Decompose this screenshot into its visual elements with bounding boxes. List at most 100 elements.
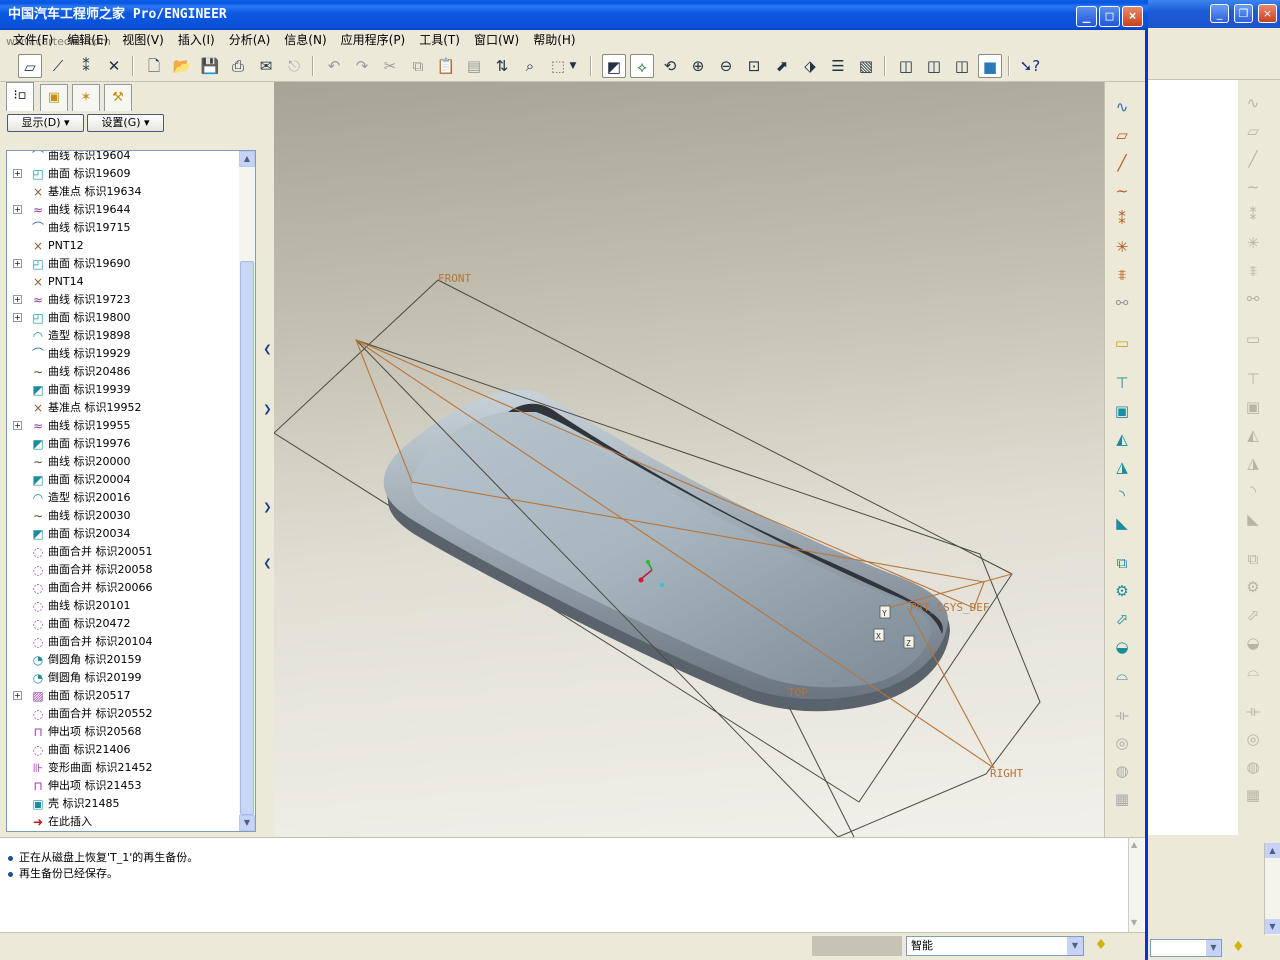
datum-axis-icon[interactable]: ╱	[1109, 150, 1135, 176]
expand-icon[interactable]: +	[13, 313, 22, 322]
draft-tool-icon[interactable]: ◍	[1109, 758, 1135, 784]
tree-item[interactable]: ◌ 曲线 标识20101	[7, 597, 239, 615]
copy-feature-icon[interactable]: ⧉	[1109, 550, 1135, 576]
scroll-thumb[interactable]	[240, 261, 254, 815]
bulb-icon[interactable]: ♦	[1094, 937, 1108, 957]
tree-item[interactable]: ◌ 曲面 标识21406	[7, 741, 239, 759]
minimize-button[interactable]: _	[1076, 6, 1097, 27]
message-scrollbar[interactable]: ▲ ▼	[1128, 838, 1144, 932]
scroll-up-icon[interactable]: ▲	[1131, 840, 1137, 849]
menu-item[interactable]: 视图(V)	[115, 30, 171, 51]
menu-item[interactable]: 分析(A)	[222, 30, 278, 51]
tree-item[interactable]: ▣ 壳 标识21485	[7, 795, 239, 813]
open-folder-icon[interactable]: 📂	[170, 54, 194, 78]
tree-item[interactable]: + ≈ 曲线 标识19644	[7, 201, 239, 219]
menu-item[interactable]: 工具(T)	[412, 30, 467, 51]
tree-item[interactable]: + ≈ 曲线 标识19955	[7, 417, 239, 435]
chevron-down-icon[interactable]: ▼	[1206, 940, 1221, 956]
expand-icon[interactable]: +	[13, 169, 22, 178]
tree-item[interactable]: ◠ 造型 标识19898	[7, 327, 239, 345]
send-mail-icon[interactable]: ✉	[254, 54, 278, 78]
tree-item[interactable]: ◔ 倒圆角 标识20159	[7, 651, 239, 669]
close-icon[interactable]: ×	[1258, 4, 1277, 23]
tree-item[interactable]: + ◰ 曲面 标识19800	[7, 309, 239, 327]
expand-icon[interactable]: +	[13, 421, 22, 430]
background-filter[interactable]: ▼	[1150, 939, 1222, 957]
refit-icon[interactable]: ⊡	[742, 54, 766, 78]
saved-views-icon[interactable]: ⬗	[798, 54, 822, 78]
chevron-down-icon[interactable]: ▼	[1067, 937, 1083, 955]
tree-item[interactable]: ◌ 曲面合并 标识20552	[7, 705, 239, 723]
annotation-icon[interactable]: ▭	[1109, 330, 1135, 356]
close-button[interactable]: ×	[1122, 6, 1143, 27]
scroll-down-icon[interactable]: ▼	[1265, 919, 1280, 934]
spin-center-icon[interactable]: ⟡	[630, 54, 654, 78]
tree-item[interactable]: ◌ 曲面合并 标识20066	[7, 579, 239, 597]
menu-item[interactable]: 应用程序(P)	[334, 30, 413, 51]
tree-item[interactable]: × PNT14	[7, 273, 239, 291]
pattern-tool-icon[interactable]: ▦	[1109, 786, 1135, 812]
model-viewport[interactable]: Y X Z FRONT TOP RIGHT PRT_CSYS_DEF	[274, 82, 1104, 837]
tree-item[interactable]: ◩ 曲面 标识20034	[7, 525, 239, 543]
tree-scrollbar[interactable]: ▲ ▼	[239, 151, 255, 831]
tab-favorites[interactable]: ✶	[72, 84, 100, 111]
find-icon[interactable]: ⌕	[518, 54, 542, 78]
tree-item[interactable]: ◩ 曲面 标识19939	[7, 381, 239, 399]
offset-tool-icon[interactable]: ◒	[1109, 634, 1135, 660]
datum-plane-icon[interactable]: ▱	[1109, 122, 1135, 148]
trim-tool-icon[interactable]: ⬀	[1109, 606, 1135, 632]
redo-icon[interactable]: ↷	[350, 54, 374, 78]
datum-label-front[interactable]: FRONT	[438, 272, 471, 285]
copy-icon[interactable]: ⧉	[406, 54, 430, 78]
tree-item[interactable]: × 基准点 标识19634	[7, 183, 239, 201]
scroll-down-icon[interactable]: ▼	[1131, 918, 1137, 927]
expand-right-icon[interactable]: ❯	[263, 502, 272, 518]
tree-item[interactable]: × 基准点 标识19952	[7, 399, 239, 417]
tree-item[interactable]: ◩ 曲面 标识19976	[7, 435, 239, 453]
tree-item[interactable]: ⊓ 伸出项 标识20568	[7, 723, 239, 741]
regenerate-icon[interactable]: ⇅	[490, 54, 514, 78]
tree-item[interactable]: ◔ 倒圆角 标识20199	[7, 669, 239, 687]
menu-item[interactable]: 窗口(W)	[467, 30, 526, 51]
tree-item[interactable]: ◩ 曲面 标识20004	[7, 471, 239, 489]
mirror-tool-icon[interactable]: ⚙	[1109, 578, 1135, 604]
settings-menu-button[interactable]: 设置(G) ▾	[87, 114, 164, 132]
background-message-scrollbar[interactable]: ▲ ▼	[1264, 843, 1280, 935]
restore-icon[interactable]: ❐	[1234, 4, 1253, 23]
tree-item[interactable]: ⊓ 伸出项 标识21453	[7, 777, 239, 795]
paste-special-icon[interactable]: ▤	[462, 54, 486, 78]
tree-item[interactable]: ⌒ 曲线 标识19715	[7, 219, 239, 237]
tree-item[interactable]: + ▨ 曲面 标识20517	[7, 687, 239, 705]
tree-item[interactable]: ⌒ 曲线 标识19604	[7, 151, 239, 165]
context-help-icon[interactable]: ➘?	[1018, 54, 1042, 78]
undo-icon[interactable]: ↶	[322, 54, 346, 78]
tree-item[interactable]: ◌ 曲面 标识20472	[7, 615, 239, 633]
maximize-button[interactable]: □	[1099, 6, 1120, 27]
expand-icon[interactable]: +	[13, 259, 22, 268]
datum-point-icon[interactable]: ⁑	[1109, 206, 1135, 232]
csys-icon[interactable]: ✳	[1109, 234, 1135, 260]
tree-item[interactable]: ⌒ 曲线 标识19929	[7, 345, 239, 363]
thicken-tool-icon[interactable]: ⌓	[1109, 662, 1135, 688]
tree-item[interactable]: ⊪ 变形曲面 标识21452	[7, 759, 239, 777]
minimize-icon[interactable]: _	[1210, 4, 1229, 23]
datum-display-icon[interactable]: ∿	[1109, 94, 1135, 120]
chevron-down-icon[interactable]: ▼	[566, 54, 580, 78]
display-menu-button[interactable]: 显示(D) ▾	[7, 114, 84, 132]
menu-item[interactable]: 文件(F)	[6, 30, 60, 51]
no-hidden-icon[interactable]: ◫	[950, 54, 974, 78]
save-icon[interactable]: 💾	[198, 54, 222, 78]
repaint-icon[interactable]: ◩	[602, 54, 626, 78]
tree-item[interactable]: ➜ 在此插入	[7, 813, 239, 831]
paste-icon[interactable]: 📋	[434, 54, 458, 78]
datum-curve-icon[interactable]: ∼	[1109, 178, 1135, 204]
menu-item[interactable]: 编辑(E)	[60, 30, 115, 51]
tree-item[interactable]: ◌ 曲面合并 标识20058	[7, 561, 239, 579]
shared-data-icon[interactable]: ⚯	[1109, 290, 1135, 316]
collapse-left-icon[interactable]: ❮	[263, 344, 272, 360]
tree-item[interactable]: + ◰ 曲面 标识19609	[7, 165, 239, 183]
datum-label-csys[interactable]: PRT_CSYS_DEF	[910, 601, 989, 614]
datum-label-top[interactable]: TOP	[788, 686, 808, 699]
wireframe-icon[interactable]: ◫	[894, 54, 918, 78]
expand-right-icon[interactable]: ❯	[263, 404, 272, 420]
